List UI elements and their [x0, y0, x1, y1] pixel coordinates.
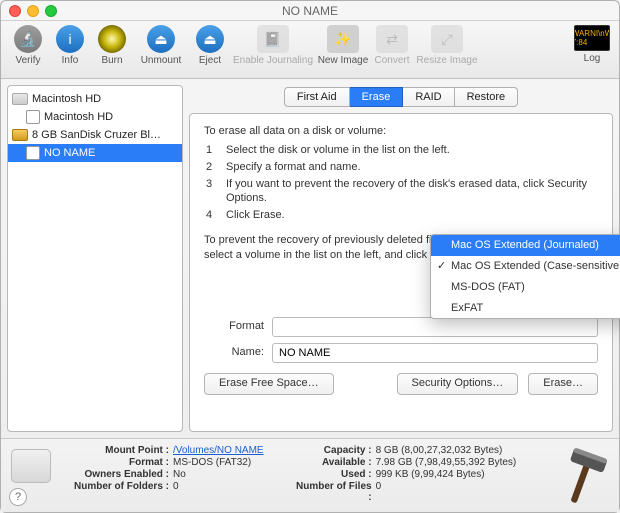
volume-icon — [26, 110, 40, 124]
toolbar-info[interactable]: i Info — [49, 25, 91, 66]
sidebar-disk-macintosh-hd[interactable]: Macintosh HD — [8, 90, 182, 108]
format-option-case-sensitive[interactable]: Mac OS Extended (Case-sensitive, Journal… — [431, 256, 620, 277]
body: Macintosh HD Macintosh HD 8 GB SanDisk C… — [1, 79, 619, 438]
intro-text: To erase all data on a disk or volume: — [204, 124, 598, 139]
sidebar-volume-macintosh-hd[interactable]: Macintosh HD — [8, 108, 182, 126]
sidebar-volume-no-name[interactable]: NO NAME — [8, 144, 182, 162]
sidebar-disk-sandisk[interactable]: 8 GB SanDisk Cruzer Bl… — [8, 126, 182, 144]
security-options-button[interactable]: Security Options… — [397, 373, 519, 395]
help-button[interactable]: ? — [9, 488, 27, 506]
journaling-icon: 📓 — [257, 25, 289, 53]
sidebar[interactable]: Macintosh HD Macintosh HD 8 GB SanDisk C… — [7, 85, 183, 432]
toolbar-burn[interactable]: Burn — [91, 25, 133, 66]
external-disk-icon — [12, 129, 28, 141]
mount-point-link[interactable]: /Volumes/NO NAME — [173, 445, 264, 456]
toolbar-enable-journaling: 📓 Enable Journaling — [231, 25, 315, 66]
microscope-icon: 🔬 — [14, 25, 42, 53]
unmount-icon: ⏏ — [147, 25, 175, 53]
eject-icon: ⏏ — [196, 25, 224, 53]
log-icon: WARNI\nW 7:84 — [574, 25, 610, 51]
toolbar-verify[interactable]: 🔬 Verify — [7, 25, 49, 66]
toolbar-resize-image: ⤢ Resize Image — [413, 25, 481, 66]
toolbar-new-image[interactable]: ✨ New Image — [315, 25, 371, 66]
internal-disk-icon — [12, 93, 28, 105]
tab-first-aid[interactable]: First Aid — [284, 87, 350, 107]
button-row: Erase Free Space… Security Options… Eras… — [204, 363, 598, 395]
erase-button[interactable]: Erase… — [528, 373, 598, 395]
format-dropdown: Mac OS Extended (Journaled) Mac OS Exten… — [430, 234, 620, 319]
tab-erase[interactable]: Erase — [350, 87, 404, 107]
format-label: Format — [204, 319, 264, 334]
new-image-icon: ✨ — [327, 25, 359, 53]
tab-raid[interactable]: RAID — [403, 87, 454, 107]
footer-disk-icon — [11, 449, 51, 483]
name-label: Name: — [204, 345, 264, 360]
format-option-msdos[interactable]: MS-DOS (FAT) — [431, 277, 620, 298]
footer: Mount Point :/Volumes/NO NAME Format :MS… — [1, 438, 619, 512]
titlebar: NO NAME — [1, 1, 619, 21]
volume-icon — [26, 146, 40, 160]
tab-restore[interactable]: Restore — [455, 87, 519, 107]
info-icon: i — [56, 25, 84, 53]
format-option-exfat[interactable]: ExFAT — [431, 298, 620, 319]
toolbar-convert: ⇄ Convert — [371, 25, 413, 66]
erase-free-space-button[interactable]: Erase Free Space… — [204, 373, 334, 395]
format-option-journaled[interactable]: Mac OS Extended (Journaled) — [431, 235, 620, 256]
name-input[interactable] — [272, 343, 598, 363]
resize-icon: ⤢ — [431, 25, 463, 53]
format-select[interactable] — [272, 317, 598, 337]
disk-utility-window: NO NAME 🔬 Verify i Info Burn ⏏ Unmount ⏏… — [0, 0, 620, 513]
main-panel: First Aid Erase RAID Restore To erase al… — [189, 85, 613, 432]
toolbar-eject[interactable]: ⏏ Eject — [189, 25, 231, 66]
window-title: NO NAME — [1, 4, 619, 18]
convert-icon: ⇄ — [376, 25, 408, 53]
toolbar-log[interactable]: WARNI\nW 7:84 Log — [571, 25, 613, 64]
erase-panel: To erase all data on a disk or volume: 1… — [189, 113, 613, 432]
toolbar: 🔬 Verify i Info Burn ⏏ Unmount ⏏ Eject 📓 — [1, 21, 619, 79]
burn-icon — [98, 25, 126, 53]
tab-bar: First Aid Erase RAID Restore — [189, 87, 613, 107]
toolbar-unmount[interactable]: ⏏ Unmount — [133, 25, 189, 66]
